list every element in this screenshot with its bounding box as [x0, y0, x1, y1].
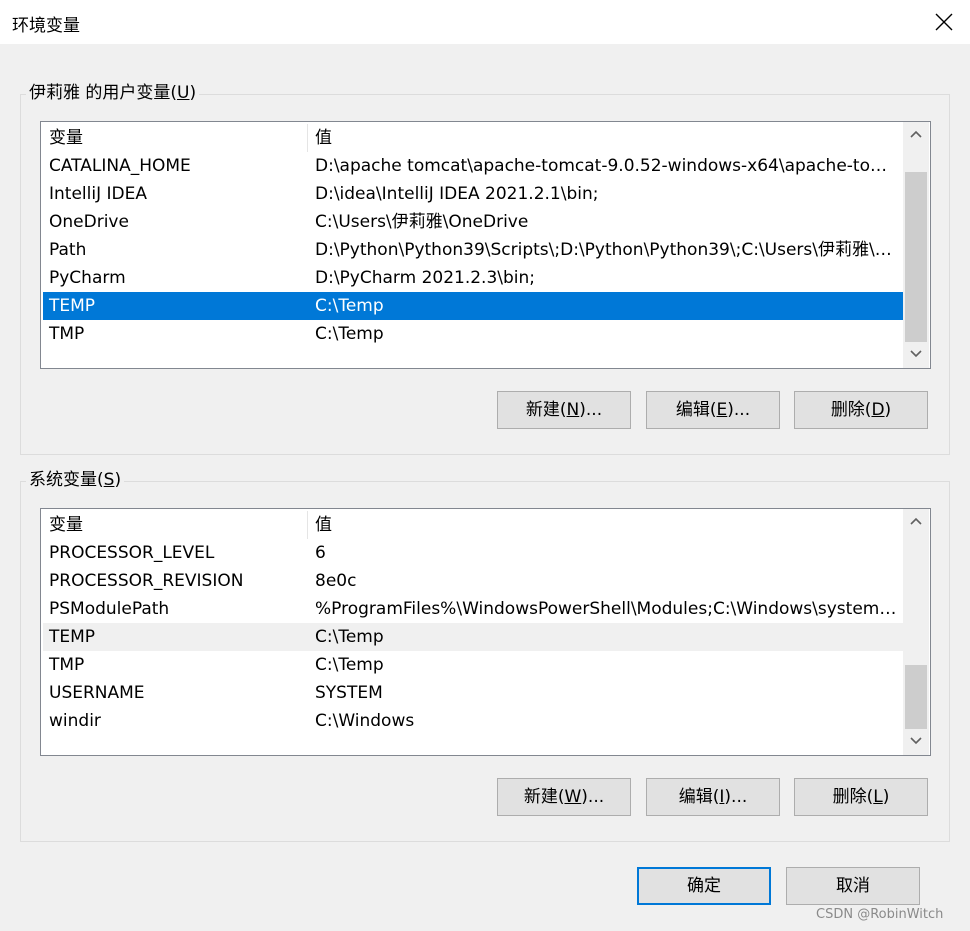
var-name: PROCESSOR_REVISION: [49, 571, 244, 591]
user-vars-group-label: 伊莉雅 的用户变量(U): [26, 82, 200, 104]
var-value: 6: [315, 543, 326, 563]
cancel-button[interactable]: 取消: [786, 867, 920, 905]
user-edit-button[interactable]: 编辑(E)...: [646, 391, 780, 429]
table-row[interactable]: PROCESSOR_REVISION 8e0c: [43, 567, 903, 595]
system-delete-button[interactable]: 删除(L): [794, 778, 928, 816]
var-value: C:\Users\伊莉雅\OneDrive: [315, 212, 529, 232]
var-name: CATALINA_HOME: [49, 156, 191, 176]
close-button[interactable]: [922, 0, 966, 44]
user-delete-button[interactable]: 删除(D): [794, 391, 928, 429]
table-row[interactable]: TMP C:\Temp: [43, 320, 903, 348]
vertical-scrollbar[interactable]: [903, 122, 929, 368]
var-value: SYSTEM: [315, 683, 383, 703]
var-name: Path: [49, 240, 87, 260]
list-header: 变量 值: [43, 124, 903, 152]
var-value: D:\apache tomcat\apache-tomcat-9.0.52-wi…: [315, 156, 900, 176]
list-header: 变量 值: [43, 511, 903, 539]
table-row[interactable]: IntelliJ IDEA D:\idea\IntelliJ IDEA 2021…: [43, 180, 903, 208]
var-name: TMP: [49, 324, 85, 344]
var-value: D:\PyCharm 2021.2.3\bin;: [315, 268, 536, 288]
scroll-thumb[interactable]: [905, 665, 927, 729]
column-header-variable[interactable]: 变量: [49, 511, 83, 539]
var-name: TMP: [49, 655, 85, 675]
var-name: OneDrive: [49, 212, 129, 232]
system-vars-list[interactable]: 变量 值 PROCESSOR_LEVEL 6 PROCESSOR_REVISIO…: [40, 508, 931, 756]
user-vars-list[interactable]: 变量 值 CATALINA_HOME D:\apache tomcat\apac…: [40, 121, 931, 369]
chevron-down-icon: [910, 737, 922, 745]
var-name: TEMP: [49, 627, 96, 647]
scroll-down-button[interactable]: [903, 342, 929, 368]
system-new-button[interactable]: 新建(W)...: [497, 778, 631, 816]
watermark: CSDN @RobinWitch: [816, 907, 944, 922]
chevron-up-icon: [910, 130, 922, 138]
column-header-value[interactable]: 值: [315, 124, 900, 152]
scroll-up-button[interactable]: [903, 122, 929, 148]
scroll-up-button[interactable]: [903, 509, 929, 535]
window-title: 环境变量: [12, 16, 80, 36]
var-name: USERNAME: [49, 683, 145, 703]
var-value: 8e0c: [315, 571, 357, 591]
ok-button[interactable]: 确定: [637, 867, 771, 905]
table-row-selected[interactable]: TEMP C:\Temp: [43, 292, 903, 320]
user-new-button[interactable]: 新建(N)...: [497, 391, 631, 429]
chevron-down-icon: [910, 350, 922, 358]
var-name: PSModulePath: [49, 599, 170, 619]
column-header-value[interactable]: 值: [315, 511, 900, 539]
var-value: C:\Temp: [315, 627, 384, 647]
column-header-variable[interactable]: 变量: [49, 124, 83, 152]
column-separator[interactable]: [307, 124, 308, 152]
table-row-hovered[interactable]: TEMP C:\Temp: [43, 623, 903, 651]
table-row[interactable]: TMP C:\Temp: [43, 651, 903, 679]
var-value: C:\Temp: [315, 324, 384, 344]
table-row[interactable]: PyCharm D:\PyCharm 2021.2.3\bin;: [43, 264, 903, 292]
scroll-down-button[interactable]: [903, 729, 929, 755]
table-row[interactable]: OneDrive C:\Users\伊莉雅\OneDrive: [43, 208, 903, 236]
var-value: C:\Temp: [315, 655, 384, 675]
var-value: D:\idea\IntelliJ IDEA 2021.2.1\bin;: [315, 184, 599, 204]
table-row[interactable]: PSModulePath %ProgramFiles%\WindowsPower…: [43, 595, 903, 623]
table-row[interactable]: Path D:\Python\Python39\Scripts\;D:\Pyth…: [43, 236, 903, 264]
vertical-scrollbar[interactable]: [903, 509, 929, 755]
title-bar: 环境变量: [0, 0, 970, 44]
chevron-up-icon: [910, 517, 922, 525]
table-row[interactable]: windir C:\Windows: [43, 707, 903, 735]
close-icon: [935, 13, 953, 31]
system-edit-button[interactable]: 编辑(I)...: [646, 778, 780, 816]
var-value: %ProgramFiles%\WindowsPowerShell\Modules…: [315, 599, 900, 619]
var-name: windir: [49, 711, 101, 731]
var-name: IntelliJ IDEA: [49, 184, 147, 204]
var-value: C:\Temp: [315, 296, 384, 316]
scroll-thumb[interactable]: [905, 172, 927, 342]
var-name: PyCharm: [49, 268, 126, 288]
var-value: C:\Windows: [315, 711, 415, 731]
column-separator[interactable]: [307, 511, 308, 539]
table-row[interactable]: USERNAME SYSTEM: [43, 679, 903, 707]
table-row[interactable]: CATALINA_HOME D:\apache tomcat\apache-to…: [43, 152, 903, 180]
var-value: D:\Python\Python39\Scripts\;D:\Python\Py…: [315, 240, 900, 260]
var-name: PROCESSOR_LEVEL: [49, 543, 215, 563]
var-name: TEMP: [49, 296, 96, 316]
system-vars-group-label: 系统变量(S): [26, 469, 125, 491]
table-row[interactable]: PROCESSOR_LEVEL 6: [43, 539, 903, 567]
